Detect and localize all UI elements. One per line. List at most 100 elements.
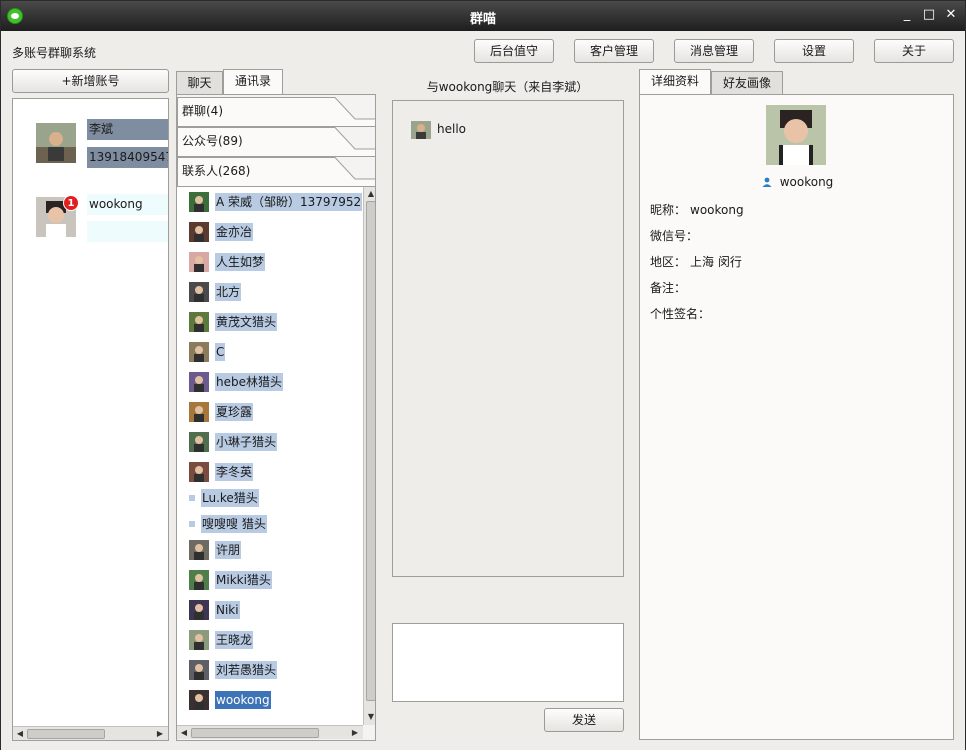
contact-avatar bbox=[189, 540, 209, 560]
contact-name: 夏珍露 bbox=[215, 403, 254, 421]
contact-avatar bbox=[189, 432, 209, 452]
chat-history: hello bbox=[392, 100, 624, 577]
account-item[interactable]: 1 wookong bbox=[13, 193, 168, 243]
contact-avatar bbox=[189, 282, 209, 302]
scroll-right-icon[interactable]: ▶ bbox=[154, 728, 166, 740]
contact-name: 人生如梦 bbox=[215, 253, 266, 271]
scroll-down-icon[interactable]: ▼ bbox=[365, 711, 375, 723]
close-button[interactable]: ✕ bbox=[943, 7, 959, 23]
account-phone bbox=[87, 221, 168, 242]
contact-name: 北方 bbox=[215, 283, 242, 301]
bottom-strip bbox=[0, 750, 966, 755]
contact-avatar bbox=[189, 402, 209, 422]
tab-chat[interactable]: 聊天 bbox=[176, 71, 223, 95]
scroll-thumb[interactable] bbox=[366, 201, 375, 701]
contact-avatar bbox=[189, 660, 209, 680]
add-account-button[interactable]: +新增账号 bbox=[12, 69, 169, 93]
about-button[interactable]: 关于 bbox=[874, 39, 954, 63]
contacts-group-label: 联系人(268) bbox=[182, 164, 251, 178]
customer-management-button[interactable]: 客户管理 bbox=[574, 39, 654, 63]
contact-list-vscroll[interactable]: ▲ ▼ bbox=[363, 187, 375, 725]
nickname-field: 昵称： wookong bbox=[650, 201, 744, 218]
contact-name: 李冬英 bbox=[215, 463, 254, 481]
wechat-id-field: 微信号： bbox=[650, 227, 702, 244]
account-phone: 13918409547 bbox=[87, 147, 168, 168]
official-accounts-label: 公众号(89) bbox=[182, 134, 243, 148]
field-value: wookong bbox=[690, 203, 744, 217]
contact-avatar bbox=[189, 252, 209, 272]
minimize-button[interactable]: _ bbox=[899, 7, 915, 23]
profile-display-name: wookong bbox=[779, 175, 834, 189]
detail-panel: wookong 昵称： wookong 微信号： 地区： 上海 闵行 备注： 个性签… bbox=[639, 94, 954, 740]
profile-avatar bbox=[766, 105, 826, 165]
contact-name: 刘若愚猎头 bbox=[215, 661, 278, 679]
send-button[interactable]: 发送 bbox=[544, 708, 624, 732]
field-value: 上海 闵行 bbox=[690, 255, 742, 269]
scroll-left-icon[interactable]: ◀ bbox=[14, 728, 26, 740]
message-avatar bbox=[411, 121, 431, 139]
account-list: 李斌 13918409547 1 wookong ◀ ▶ bbox=[12, 98, 169, 741]
chat-title: 与wookong聊天（来自李斌） bbox=[426, 80, 589, 94]
user-icon bbox=[762, 177, 772, 187]
field-label: 备注： bbox=[650, 281, 687, 295]
scroll-thumb[interactable] bbox=[27, 729, 105, 739]
contact-avatar bbox=[189, 192, 209, 212]
contact-name: Niki bbox=[215, 601, 240, 619]
account-list-hscroll[interactable]: ◀ ▶ bbox=[13, 726, 168, 740]
tab-details[interactable]: 详细资料 bbox=[639, 69, 711, 95]
official-accounts-row[interactable]: 公众号(89) bbox=[177, 127, 375, 157]
group-chats-row[interactable]: 群聊(4) bbox=[177, 97, 375, 127]
contact-name: 金亦冶 bbox=[215, 223, 254, 241]
tab-contacts[interactable]: 通讯录 bbox=[223, 69, 283, 95]
message-management-button[interactable]: 消息管理 bbox=[674, 39, 754, 63]
contact-avatar bbox=[189, 342, 209, 362]
contact-avatar bbox=[189, 495, 195, 501]
scroll-thumb[interactable] bbox=[191, 728, 319, 738]
title-bar[interactable]: 群喵 _ □ ✕ bbox=[1, 1, 965, 31]
contact-name: C bbox=[215, 343, 226, 361]
contact-avatar bbox=[189, 690, 209, 710]
unread-badge: 1 bbox=[63, 195, 79, 211]
remark-field: 备注： bbox=[650, 279, 690, 296]
contact-name: 黄茂文猎头 bbox=[215, 313, 278, 331]
settings-button[interactable]: 设置 bbox=[774, 39, 854, 63]
field-label: 地区： bbox=[650, 255, 687, 269]
scroll-left-icon[interactable]: ◀ bbox=[178, 727, 190, 739]
contact-name: Lu.ke猎头 bbox=[201, 489, 259, 507]
contact-avatar bbox=[189, 600, 209, 620]
contact-name: Mikki猎头 bbox=[215, 571, 272, 589]
region-field: 地区： 上海 闵行 bbox=[650, 253, 742, 270]
app-window: 群喵 _ □ ✕ 多账号群聊系统 后台值守 客户管理 消息管理 设置 关于 +新… bbox=[0, 0, 966, 752]
contacts-group-row[interactable]: 联系人(268) bbox=[177, 157, 375, 187]
contact-name: 嗖嗖嗖 猎头 bbox=[201, 515, 267, 533]
contact-avatar bbox=[189, 630, 209, 650]
contact-avatar bbox=[189, 312, 209, 332]
field-label: 微信号： bbox=[650, 229, 699, 243]
group-chats-label: 群聊(4) bbox=[182, 104, 223, 118]
contact-name: 许朋 bbox=[215, 541, 242, 559]
contact-name: wookong bbox=[215, 691, 271, 709]
contact-avatar bbox=[189, 521, 195, 527]
signature-field: 个性签名： bbox=[650, 305, 714, 322]
window-title: 群喵 bbox=[469, 12, 496, 27]
contact-list: A 荣威（邹盼）13797952 金亦冶人生如梦北方黄茂文猎头 Chebe林猎头 夏珍… bbox=[177, 187, 363, 725]
contact-name: 王晓龙 bbox=[215, 631, 254, 649]
contact-avatar bbox=[189, 222, 209, 242]
contact-name: hebe林猎头 bbox=[215, 373, 283, 391]
contact-name: A 荣威（邹盼）13797952 bbox=[215, 193, 363, 211]
contact-list-hscroll[interactable]: ◀ ▶ bbox=[177, 725, 363, 739]
scroll-right-icon[interactable]: ▶ bbox=[349, 727, 361, 739]
scroll-up-icon[interactable]: ▲ bbox=[365, 188, 375, 200]
tab-friend-profile[interactable]: 好友画像 bbox=[711, 71, 783, 95]
field-label: 个性签名： bbox=[650, 307, 711, 321]
contacts-panel: 群聊(4) 公众号(89) 联系人(268) A 荣威（邹盼）13797952 金… bbox=[176, 94, 376, 741]
duty-button[interactable]: 后台值守 bbox=[474, 39, 554, 63]
contact-avatar bbox=[189, 570, 209, 590]
account-item[interactable]: 李斌 13918409547 bbox=[13, 119, 168, 169]
message-text: hello bbox=[437, 122, 466, 136]
account-name: 李斌 bbox=[87, 119, 168, 140]
field-label: 昵称： bbox=[650, 203, 687, 217]
message-input[interactable] bbox=[392, 623, 624, 702]
profile-name-row: wookong bbox=[640, 175, 955, 189]
maximize-button[interactable]: □ bbox=[921, 7, 937, 23]
